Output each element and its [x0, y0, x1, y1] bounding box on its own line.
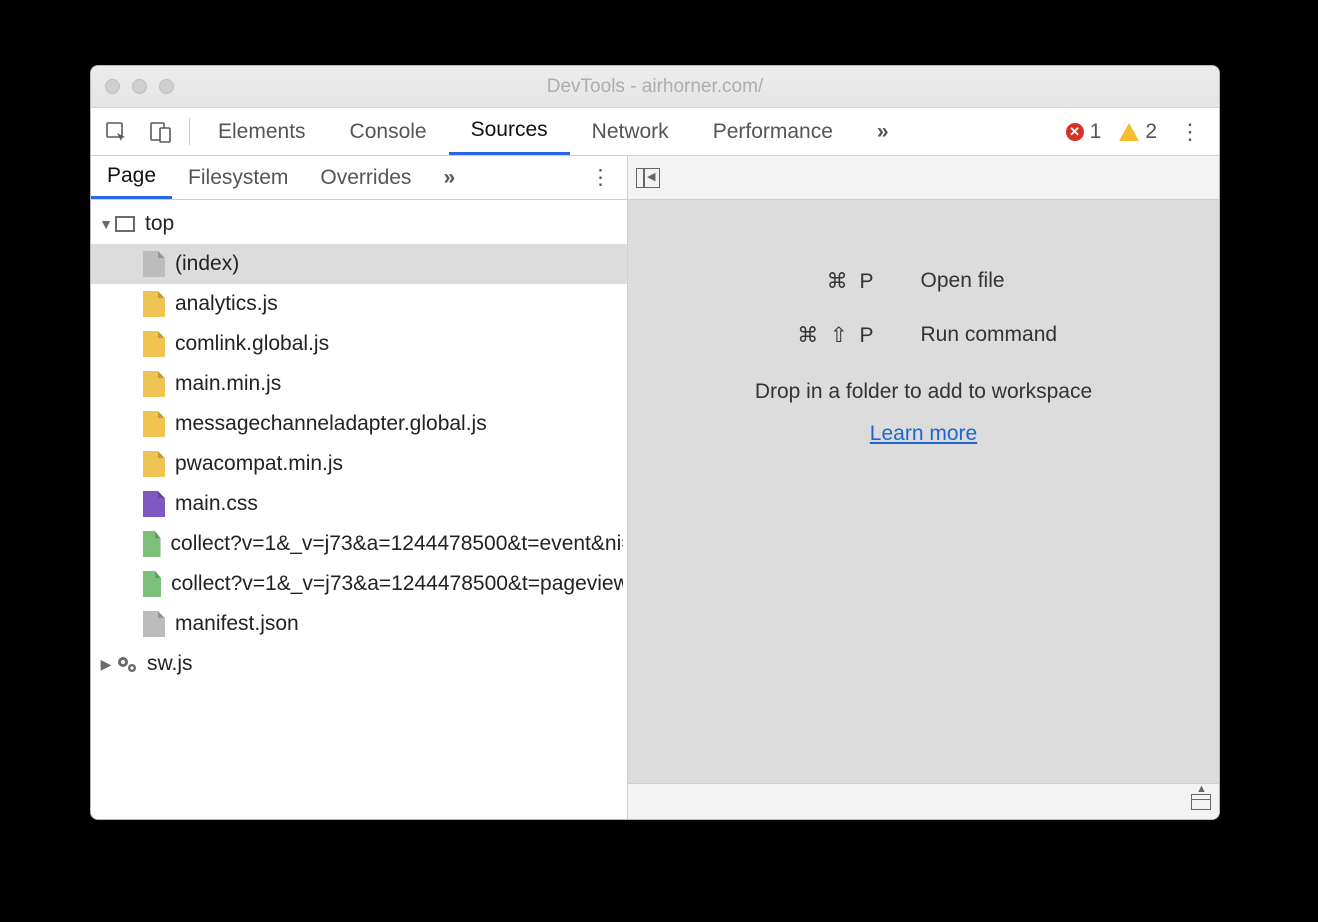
subtab-filesystem[interactable]: Filesystem	[172, 156, 304, 199]
net-file-icon	[143, 571, 161, 597]
tree-file-manifest[interactable]: manifest.json	[91, 604, 627, 644]
tree-file-maincss[interactable]: main.css	[91, 484, 627, 524]
subtab-overrides[interactable]: Overrides	[304, 156, 427, 199]
error-icon: ✕	[1066, 123, 1084, 141]
js-file-icon	[143, 411, 165, 437]
subtab-page[interactable]: Page	[91, 156, 172, 199]
shortcut-label: Open file	[921, 269, 1121, 293]
net-file-icon	[143, 531, 161, 557]
toggle-navigator-icon[interactable]	[636, 168, 660, 188]
tree-file-collect2[interactable]: collect?v=1&_v=j73&a=1244478500&t=pagevi…	[91, 564, 627, 604]
js-file-icon	[143, 331, 165, 357]
workspace-drop-hint: Drop in a folder to add to workspace	[755, 380, 1092, 404]
tree-label: pwacompat.min.js	[175, 452, 343, 476]
shortcut-open-file: ⌘ P Open file	[727, 258, 1121, 304]
tree-label: collect?v=1&_v=j73&a=1244478500&t=pagevi…	[171, 572, 623, 596]
main-tabs: Elements Console Sources Network Perform…	[196, 108, 911, 155]
tree-label: comlink.global.js	[175, 332, 329, 356]
file-icon	[143, 611, 165, 637]
zoom-window-icon[interactable]	[159, 79, 174, 94]
status-counters[interactable]: ✕ 1 2	[1058, 108, 1165, 155]
tab-console[interactable]: Console	[328, 108, 449, 155]
warning-count: 2	[1145, 120, 1157, 144]
editor-toolbar	[628, 156, 1219, 200]
tree-label: analytics.js	[175, 292, 278, 316]
tab-sources[interactable]: Sources	[449, 108, 570, 155]
learn-more-link[interactable]: Learn more	[870, 422, 977, 446]
editor-pane: ⌘ P Open file ⌘ ⇧ P Run command Drop in …	[628, 156, 1219, 819]
main-tabbar: Elements Console Sources Network Perform…	[91, 108, 1219, 156]
tree-label: main.min.js	[175, 372, 281, 396]
minimize-window-icon[interactable]	[132, 79, 147, 94]
show-drawer-icon[interactable]	[1191, 794, 1211, 810]
js-file-icon	[143, 451, 165, 477]
tree-frame-top[interactable]: top	[91, 204, 627, 244]
inspect-element-icon[interactable]	[95, 108, 139, 155]
window-title: DevTools - airhorner.com/	[91, 76, 1219, 98]
file-tree: top (index) analytics.js comlink.global.…	[91, 200, 627, 819]
tree-file-collect1[interactable]: collect?v=1&_v=j73&a=1244478500&t=event&…	[91, 524, 627, 564]
tree-label: collect?v=1&_v=j73&a=1244478500&t=event&…	[171, 532, 623, 556]
service-worker-icon	[115, 653, 139, 675]
settings-menu-icon[interactable]: ⋮	[1165, 108, 1215, 155]
shortcut-label: Run command	[921, 323, 1121, 347]
tree-worker-sw[interactable]: sw.js	[91, 644, 627, 684]
tree-file-comlink[interactable]: comlink.global.js	[91, 324, 627, 364]
error-count: 1	[1090, 120, 1102, 144]
tree-file-msgchan[interactable]: messagechanneladapter.global.js	[91, 404, 627, 444]
caret-right-icon[interactable]	[97, 656, 115, 673]
frame-icon	[115, 216, 135, 232]
titlebar: DevTools - airhorner.com/	[91, 66, 1219, 108]
tab-performance[interactable]: Performance	[691, 108, 855, 155]
navigator-tabbar: Page Filesystem Overrides » ⋮	[91, 156, 627, 200]
subtabs-overflow-icon[interactable]: »	[427, 156, 471, 199]
file-icon	[143, 251, 165, 277]
tree-label: top	[145, 212, 174, 236]
navigator-pane: Page Filesystem Overrides » ⋮ top (index…	[91, 156, 628, 819]
tree-file-mainmin[interactable]: main.min.js	[91, 364, 627, 404]
tree-label: main.css	[175, 492, 258, 516]
tree-file-analytics[interactable]: analytics.js	[91, 284, 627, 324]
window-controls	[91, 79, 174, 94]
devtools-window: DevTools - airhorner.com/ Elements Conso…	[90, 65, 1220, 820]
device-toolbar-icon[interactable]	[139, 108, 183, 155]
js-file-icon	[143, 291, 165, 317]
tree-label: sw.js	[147, 652, 193, 676]
navigator-menu-icon[interactable]: ⋮	[574, 156, 627, 199]
tree-label: (index)	[175, 252, 239, 276]
caret-down-icon[interactable]	[97, 216, 115, 232]
css-file-icon	[143, 491, 165, 517]
tabs-overflow-icon[interactable]: »	[855, 108, 911, 155]
tab-elements[interactable]: Elements	[196, 108, 328, 155]
sources-body: Page Filesystem Overrides » ⋮ top (index…	[91, 156, 1219, 819]
tab-network[interactable]: Network	[570, 108, 691, 155]
shortcut-keys: ⌘ ⇧ P	[727, 323, 877, 348]
shortcut-run-command: ⌘ ⇧ P Run command	[727, 312, 1121, 358]
warning-icon	[1119, 123, 1139, 141]
editor-empty-state: ⌘ P Open file ⌘ ⇧ P Run command Drop in …	[628, 200, 1219, 783]
tree-label: manifest.json	[175, 612, 299, 636]
tree-file-pwacompat[interactable]: pwacompat.min.js	[91, 444, 627, 484]
tree-file-index[interactable]: (index)	[91, 244, 627, 284]
shortcut-keys: ⌘ P	[727, 269, 877, 294]
separator	[189, 118, 190, 145]
tree-label: messagechanneladapter.global.js	[175, 412, 487, 436]
js-file-icon	[143, 371, 165, 397]
close-window-icon[interactable]	[105, 79, 120, 94]
editor-footer	[628, 783, 1219, 819]
